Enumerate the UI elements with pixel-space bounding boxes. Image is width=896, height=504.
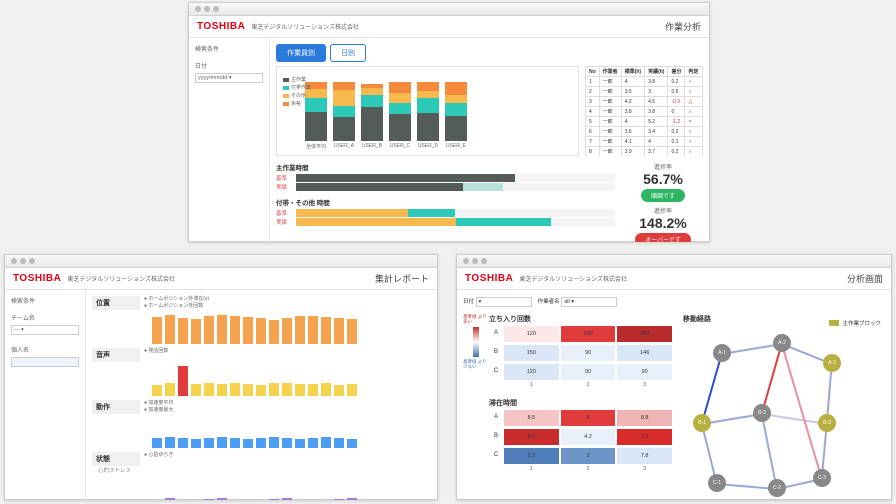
- graph-node: A-2: [773, 334, 791, 352]
- graph-node: C-2: [768, 479, 786, 497]
- field-label: 個人名: [11, 345, 79, 354]
- section-label: 音声: [92, 348, 140, 362]
- graph-node: B-3: [818, 414, 836, 432]
- field-label: 作業者名: [538, 299, 560, 305]
- heatmap-legend: 基準値 より多い 基準値 より少ない: [463, 314, 489, 472]
- stacked-bar: [361, 84, 383, 141]
- graph-node: B-1: [693, 414, 711, 432]
- window-chrome: [189, 3, 709, 16]
- mini-bar-chart: [152, 416, 431, 448]
- section-label: 動作: [92, 400, 140, 414]
- stacked-bar: [445, 82, 467, 141]
- mini-bar-chart: [152, 364, 431, 396]
- sidebar: 検索条件 日付 yyyy/mm/dd ▾: [189, 38, 270, 242]
- stacked-bar-chart: 主作業付帯作業その他余裕 全体平均USER_AUSER_BUSER_CUSER_…: [276, 66, 579, 156]
- sidebar-heading: 検索条件: [195, 44, 263, 53]
- section-label: 状態: [92, 452, 140, 466]
- field-label: 日付: [195, 61, 263, 70]
- field-label: 日付: [463, 299, 474, 305]
- graph-node: A-3: [823, 354, 841, 372]
- stacked-bar: [417, 82, 439, 141]
- mini-bar-chart: [152, 312, 431, 344]
- window-chrome: [457, 255, 891, 268]
- page-title: 集計レポート: [375, 272, 429, 285]
- date-select[interactable]: yyyy/mm/dd ▾: [195, 73, 263, 83]
- pane-work-analysis: TOSHIBA 東芝デジタルソリューションズ株式会社 作業分析 検索条件 日付 …: [188, 2, 710, 242]
- field-label: チーム名: [11, 313, 79, 322]
- heatmap1-title: 立ち入り回数: [489, 314, 673, 324]
- window-chrome: [5, 255, 437, 268]
- pane-report: TOSHIBA 東芝デジタルソリューションズ株式会社 集計レポート 検索条件 チーム…: [4, 254, 438, 500]
- graph-node: B-2: [753, 404, 771, 422]
- tab-by-worker[interactable]: 作業員別: [276, 44, 326, 62]
- sidebar-heading: 検索条件: [11, 296, 79, 305]
- detail-table: No作業者標準(h)実績(h)差分判定1一郎43.80.2○2一郎3.530.5…: [585, 66, 703, 156]
- page-title: 作業分析: [665, 20, 701, 33]
- tab-by-day[interactable]: 日別: [330, 44, 366, 62]
- worker-select[interactable]: all ▾: [561, 297, 617, 307]
- graph-node: C-1: [708, 474, 726, 492]
- heatmap2-title: 滞在時間: [489, 398, 673, 408]
- status-pill: 順調です: [641, 189, 685, 202]
- team-select[interactable]: — ▾: [11, 325, 79, 335]
- graph-node: C-3: [813, 469, 831, 487]
- brand-logo: TOSHIBA: [465, 273, 513, 284]
- mini-bar-chart: [152, 476, 431, 500]
- date-select[interactable]: ▾: [476, 297, 532, 307]
- tabs: 作業員別 日別: [276, 44, 703, 62]
- heatmap-duration: A8.598.8B9.84.29.2C2.237.8123: [489, 409, 673, 472]
- page-title: 分析画面: [847, 272, 883, 285]
- header: TOSHIBA 東芝デジタルソリューションズ株式会社 作業分析: [189, 16, 709, 38]
- graph-node: A-1: [713, 344, 731, 362]
- stacked-bar: [389, 82, 411, 141]
- status-pill: オーバーです: [635, 233, 691, 242]
- person-select[interactable]: [11, 357, 79, 367]
- brand-logo: TOSHIBA: [13, 273, 61, 284]
- pane-analysis: TOSHIBA東芝デジタルソリューションズ株式会社分析画面 日付 ▾ 作業者名 …: [456, 254, 892, 500]
- brand-logo: TOSHIBA: [197, 21, 245, 32]
- heatmap-visits: A120150200B15090146C1209090123: [489, 325, 673, 388]
- sidebar: 検索条件 チーム名 — ▾ 個人名: [5, 290, 86, 500]
- movement-graph: A-1 A-2 A-3 B-1 B-2 B-3 C-1 C-2 C-3: [683, 324, 843, 494]
- section-label: 位置: [92, 296, 140, 310]
- stacked-bar: [333, 82, 355, 141]
- brand-subtitle: 東芝デジタルソリューションズ株式会社: [251, 22, 359, 31]
- brand-subtitle: 東芝デジタルソリューションズ株式会社: [519, 274, 627, 283]
- brand-subtitle: 東芝デジタルソリューションズ株式会社: [67, 274, 175, 283]
